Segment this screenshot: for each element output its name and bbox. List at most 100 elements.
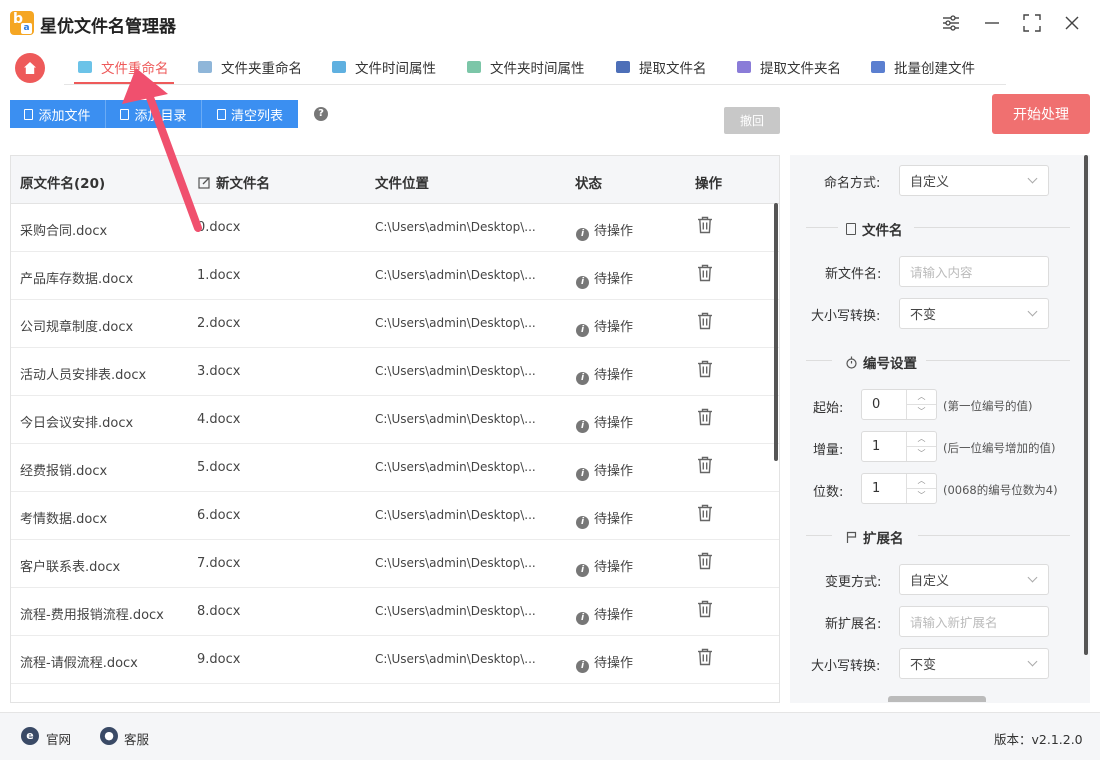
chevron-down-icon[interactable]: ﹀ — [907, 404, 936, 418]
new-name: 1.docx — [197, 268, 241, 283]
tab-folder-time[interactable]: 文件夹时间属性 — [467, 54, 585, 80]
chevron-up-icon[interactable]: ︿ — [907, 390, 936, 404]
new-name: 3.docx — [197, 364, 241, 379]
panel-button-partial[interactable] — [888, 696, 986, 702]
website-icon[interactable]: e — [21, 727, 39, 745]
header-action: 操作 — [695, 176, 722, 192]
support-link[interactable]: 客服 — [124, 729, 149, 748]
new-name: 6.docx — [197, 508, 241, 523]
table-row[interactable]: 考情数据.docx 6.docx C:\Users\admin\Desktop\..… — [11, 492, 779, 540]
tab-extract-foldername[interactable]: 提取文件夹名 — [737, 54, 841, 80]
delete-row-icon[interactable] — [697, 648, 713, 666]
delete-row-icon[interactable] — [697, 360, 713, 378]
app-logo-icon — [10, 11, 34, 35]
new-name: 4.docx — [197, 412, 241, 427]
digits-label: 位数: — [813, 485, 844, 500]
original-name: 采购合同.docx — [20, 224, 108, 239]
delete-row-icon[interactable] — [697, 312, 713, 330]
stepper-arrows: ︿ ﹀ — [906, 432, 936, 461]
original-name: 活动人员安排表.docx — [20, 368, 147, 383]
ext-mode-label: 变更方式: — [825, 575, 882, 590]
delete-row-icon[interactable] — [697, 504, 713, 522]
table-scrollbar[interactable] — [774, 203, 778, 461]
close-button[interactable] — [1061, 12, 1083, 34]
chevron-down-icon[interactable]: ﹀ — [907, 488, 936, 502]
file-table: 原文件名(20) 新文件名 文件位置 状态 操作 采购合同.docx 0.docx… — [10, 155, 780, 703]
clear-list-button[interactable]: 清空列表 — [202, 100, 298, 128]
chevron-down-icon[interactable]: ﹀ — [907, 446, 936, 460]
undo-button[interactable]: 撤回 — [724, 107, 780, 134]
add-directory-button[interactable]: 添加目录 — [106, 100, 202, 128]
new-ext-input[interactable]: 请输入新扩展名 — [899, 606, 1049, 637]
website-link[interactable]: 官网 — [46, 729, 71, 748]
new-name: 5.docx — [197, 460, 241, 475]
chevron-up-icon[interactable]: ︿ — [907, 474, 936, 488]
start-process-button[interactable]: 开始处理 — [992, 94, 1090, 134]
ext-case-select[interactable]: 不变 — [899, 648, 1049, 679]
table-row[interactable]: 客户联系表.docx 7.docx C:\Users\admin\Desktop\.… — [11, 540, 779, 588]
table-row[interactable]: 活动人员安排表.docx 3.docx C:\Users\admin\Desktop… — [11, 348, 779, 396]
tab-extract-filename[interactable]: 提取文件名 — [616, 54, 707, 80]
delete-row-icon[interactable] — [697, 600, 713, 618]
status: i 待操作 — [576, 220, 633, 241]
table-row[interactable]: 流程-请假流程.docx 9.docx C:\Users\admin\Desktop… — [11, 636, 779, 684]
settings-icon[interactable] — [940, 12, 962, 34]
status: i 待操作 — [576, 412, 633, 433]
table-row[interactable]: 公司规章制度.docx 2.docx C:\Users\admin\Desktop\… — [11, 300, 779, 348]
file-location: C:\Users\admin\Desktop\... — [375, 220, 536, 234]
tab-file-rename[interactable]: 文件重命名 — [78, 54, 169, 80]
original-name: 今日会议安排.docx — [20, 416, 134, 431]
panel-scrollbar[interactable] — [1084, 155, 1088, 655]
info-icon: i — [576, 420, 589, 433]
status: i 待操作 — [576, 508, 633, 529]
section-line — [806, 227, 838, 228]
naming-mode-select[interactable]: 自定义 — [899, 165, 1049, 196]
add-directory-label: 添加目录 — [134, 108, 187, 124]
maximize-button[interactable] — [1021, 12, 1043, 34]
file-location: C:\Users\admin\Desktop\... — [375, 604, 536, 618]
home-button[interactable] — [15, 53, 45, 83]
tab-file-time[interactable]: 文件时间属性 — [332, 54, 436, 80]
status: i 待操作 — [576, 460, 633, 481]
header-new[interactable]: 新文件名 — [198, 172, 270, 192]
active-tab-indicator — [74, 82, 174, 84]
chat-icon[interactable]: ● — [100, 727, 118, 745]
new-name-input[interactable]: 请输入内容 — [899, 256, 1049, 287]
tab-label: 提取文件夹名 — [760, 61, 841, 77]
table-row[interactable]: 流程-费用报销流程.docx 8.docx C:\Users\admin\Deskt… — [11, 588, 779, 636]
batch-create-icon — [871, 61, 885, 73]
start-number-hint: (第一位编号的值) — [943, 399, 1033, 413]
status-text: 待操作 — [594, 320, 634, 335]
info-icon: i — [576, 612, 589, 625]
delete-row-icon[interactable] — [697, 408, 713, 426]
info-icon: i — [576, 228, 589, 241]
add-file-button[interactable]: 添加文件 — [10, 100, 106, 128]
table-row[interactable]: 产品库存数据.docx 1.docx C:\Users\admin\Desktop\… — [11, 252, 779, 300]
tab-batch-create[interactable]: 批量创建文件 — [871, 54, 975, 80]
delete-row-icon[interactable] — [697, 216, 713, 234]
delete-row-icon[interactable] — [697, 552, 713, 570]
help-icon[interactable]: ? — [314, 107, 328, 121]
delete-row-icon[interactable] — [697, 264, 713, 282]
start-number-stepper[interactable]: 0 ︿ ﹀ — [861, 389, 937, 420]
step-stepper[interactable]: 1 ︿ ﹀ — [861, 431, 937, 462]
header-original[interactable]: 原文件名(20) — [20, 172, 105, 192]
section-numbering-label: 编号设置 — [863, 356, 917, 372]
case-select[interactable]: 不变 — [899, 298, 1049, 329]
digits-stepper[interactable]: 1 ︿ ﹀ — [861, 473, 937, 504]
minimize-button[interactable] — [981, 12, 1003, 34]
original-name: 客户联系表.docx — [20, 560, 121, 575]
table-row[interactable]: 采购合同.docx 0.docx C:\Users\admin\Desktop\..… — [11, 204, 779, 252]
case-value: 不变 — [910, 308, 937, 323]
digits-hint: (0068的编号位数为4) — [943, 483, 1058, 497]
chevron-up-icon[interactable]: ︿ — [907, 432, 936, 446]
tab-folder-rename[interactable]: 文件夹重命名 — [198, 54, 302, 80]
table-row[interactable]: 今日会议安排.docx 4.docx C:\Users\admin\Desktop\… — [11, 396, 779, 444]
status: i 待操作 — [576, 652, 633, 673]
delete-row-icon[interactable] — [697, 456, 713, 474]
ext-case-value: 不变 — [910, 658, 937, 673]
title-bar: 星优文件名管理器 — [0, 0, 1100, 46]
table-row[interactable]: 经费报销.docx 5.docx C:\Users\admin\Desktop\..… — [11, 444, 779, 492]
ext-mode-select[interactable]: 自定义 — [899, 564, 1049, 595]
file-icon — [24, 108, 34, 120]
